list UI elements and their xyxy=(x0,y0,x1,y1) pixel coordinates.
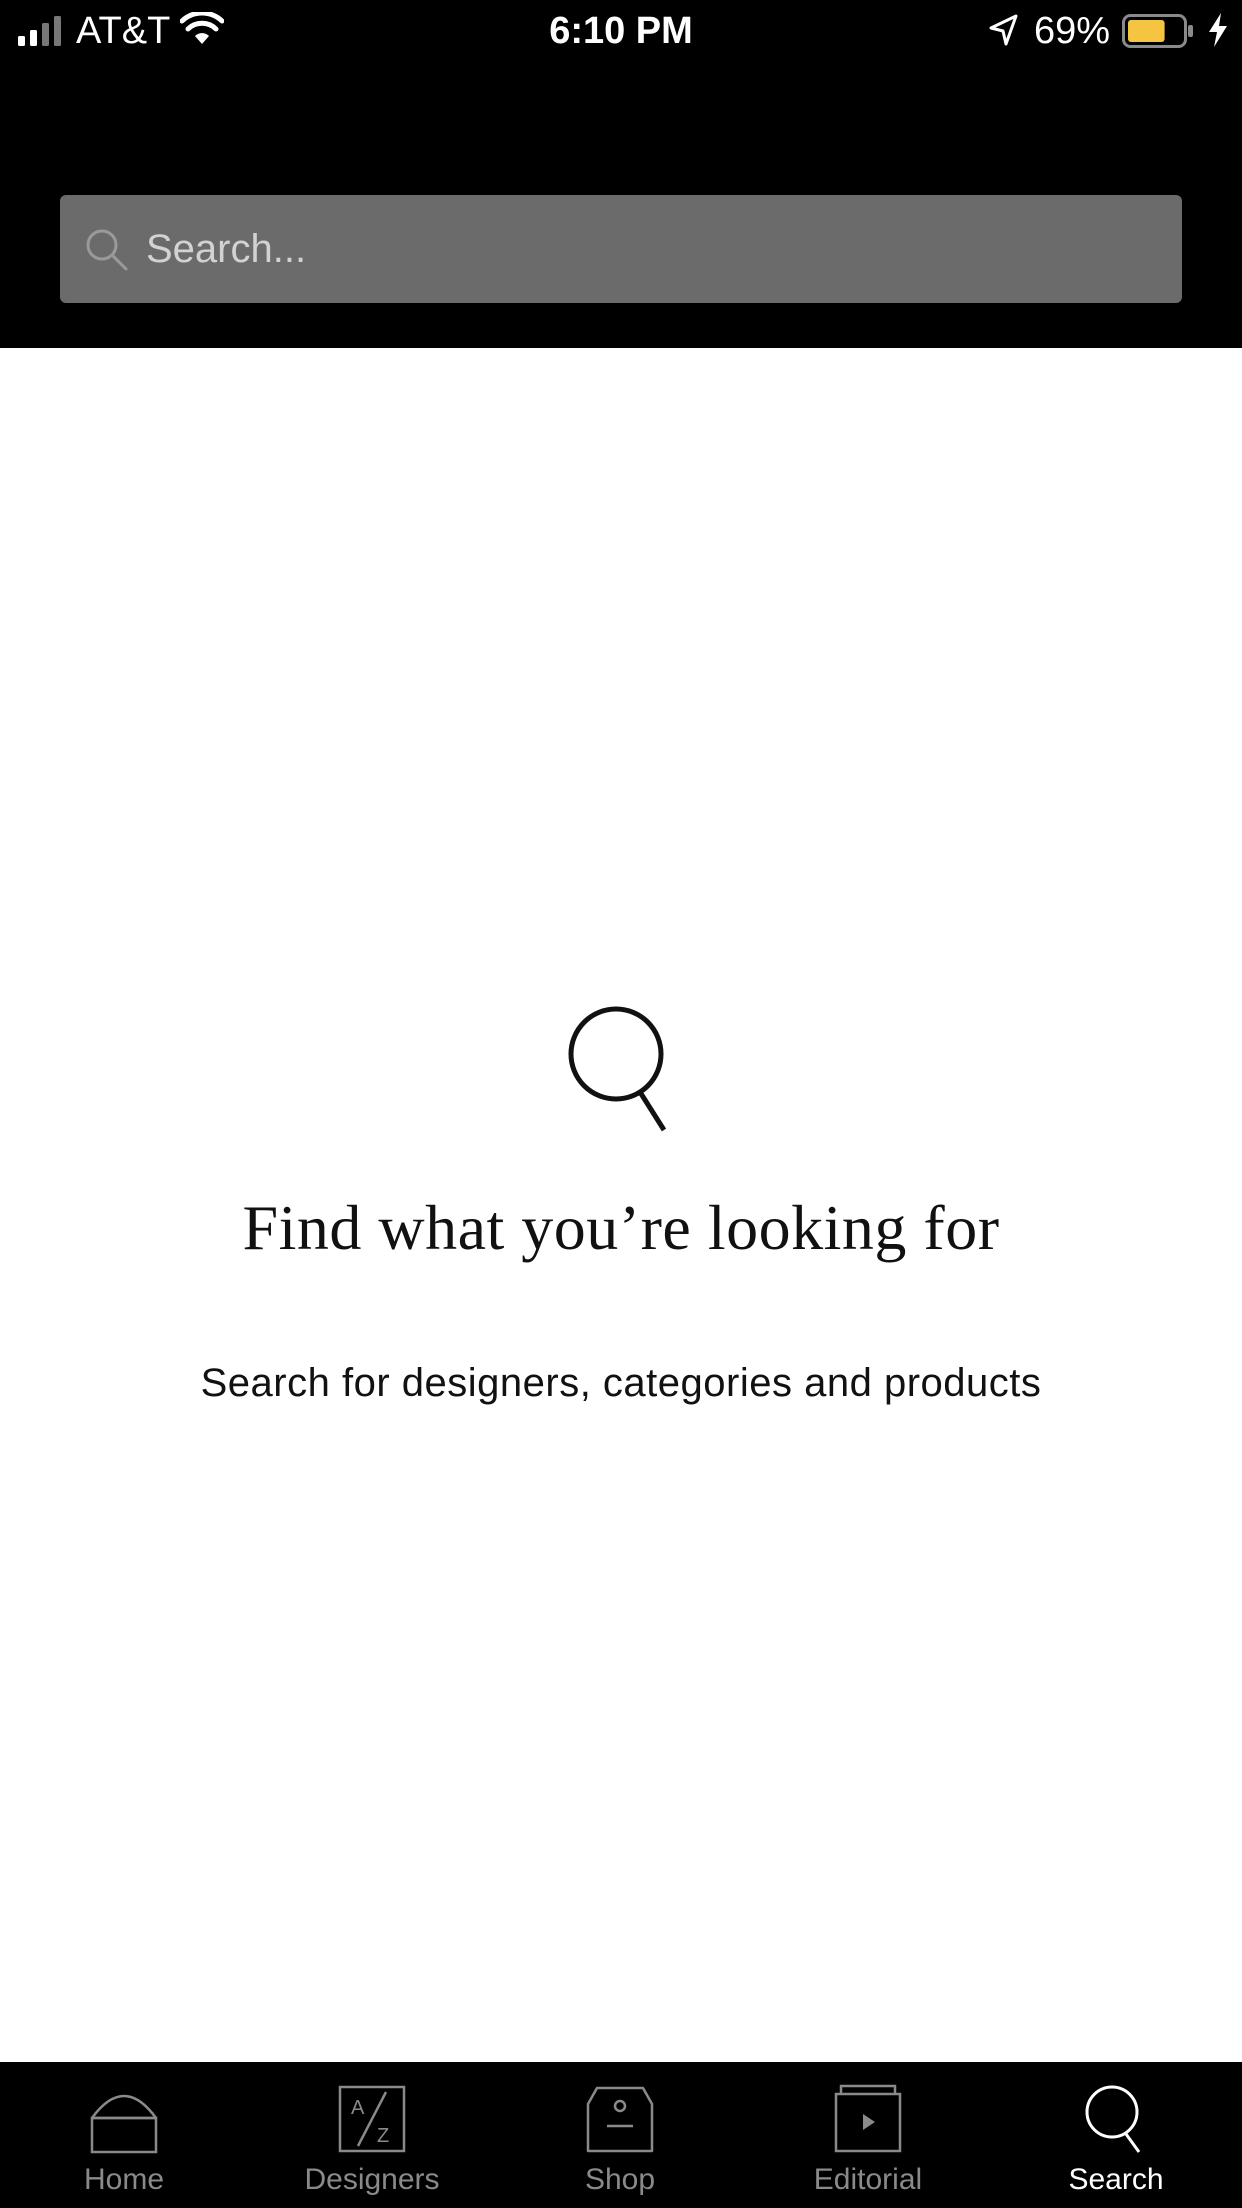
empty-state-title: Find what you’re looking for xyxy=(242,1192,1000,1263)
tab-label-shop: Shop xyxy=(584,2163,656,2196)
search-input[interactable] xyxy=(146,195,1156,303)
play-icon xyxy=(834,2084,902,2153)
svg-text:A: A xyxy=(351,2097,365,2119)
search-icon xyxy=(1085,2085,1141,2153)
tab-designers[interactable]: A Z Designers xyxy=(248,2062,496,2208)
tab-label-designers: Designers xyxy=(304,2163,440,2196)
shopping-bag-icon xyxy=(586,2086,654,2153)
svg-text:Z: Z xyxy=(377,2125,389,2147)
tab-editorial[interactable]: Editorial xyxy=(744,2062,992,2208)
tab-label-editorial: Editorial xyxy=(813,2163,923,2196)
tab-label-search: Search xyxy=(1068,2163,1164,2196)
search-icon xyxy=(86,229,128,271)
header xyxy=(0,62,1242,348)
search-bar[interactable] xyxy=(60,195,1182,303)
a-z-icon: A Z xyxy=(338,2085,406,2153)
tab-bar: Home A Z Designers Shop Editorial Search xyxy=(0,2062,1242,2208)
location-arrow-icon xyxy=(989,14,1018,46)
empty-state-subtitle: Search for designers, categories and pro… xyxy=(200,1361,1042,1405)
battery-icon xyxy=(1122,14,1193,48)
battery-percent: 69% xyxy=(1034,10,1111,52)
home-icon xyxy=(90,2094,158,2154)
status-bar: AT&T 6:10 PM 69% xyxy=(0,0,1242,62)
charging-bolt-icon xyxy=(1209,13,1227,47)
magnifier-icon xyxy=(568,1006,667,1132)
tab-search[interactable]: Search xyxy=(992,2062,1240,2208)
tab-shop[interactable]: Shop xyxy=(496,2062,744,2208)
tab-home[interactable]: Home xyxy=(0,2062,248,2208)
tab-label-home: Home xyxy=(83,2163,165,2196)
